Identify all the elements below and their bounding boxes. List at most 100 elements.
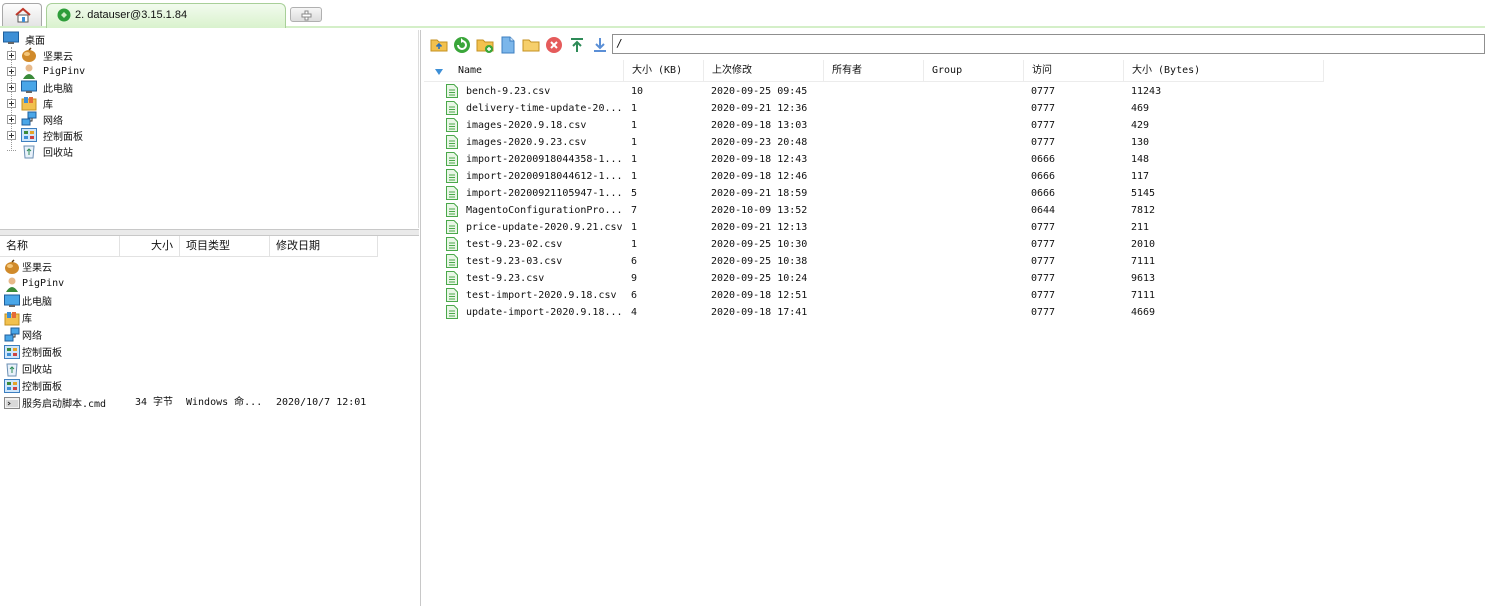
tree-item[interactable]: 网络: [7, 111, 63, 127]
tree-item[interactable]: 控制面板: [7, 127, 83, 143]
download-icon[interactable]: [591, 36, 609, 54]
col-header-remote-modified[interactable]: 上次修改: [704, 60, 824, 82]
tree-item[interactable]: 库: [7, 95, 53, 111]
tree-item[interactable]: 回收站: [7, 143, 73, 159]
col-header-remote-bytes[interactable]: 大小 (Bytes): [1124, 60, 1324, 82]
tree-item[interactable]: 此电脑: [7, 79, 73, 95]
list-item[interactable]: 库: [0, 309, 419, 326]
tree-item[interactable]: PigPinv: [7, 63, 85, 79]
list-item[interactable]: 控制面板: [0, 377, 419, 394]
list-item[interactable]: 此电脑: [0, 292, 419, 309]
cell-bytes: 429: [1131, 120, 1150, 131]
list-item[interactable]: 网络: [0, 326, 419, 343]
cell-kb: 10: [631, 86, 644, 97]
table-row[interactable]: test-9.23-02.csv 1 2020-09-25 10:30 0777 201…: [424, 236, 1485, 253]
recycle-bin-icon: [21, 143, 37, 159]
col-header-remote-name[interactable]: Name: [424, 60, 624, 82]
csv-file-icon: [446, 271, 458, 285]
list-item-type: [186, 343, 270, 360]
cell-owner: [831, 168, 923, 185]
table-row[interactable]: test-9.23.csv 9 2020-09-25 10:24 0777 9613: [424, 270, 1485, 287]
upload-icon[interactable]: [568, 36, 586, 54]
cell-owner: [831, 83, 923, 100]
cell-modified: 2020-09-25 10:24: [711, 273, 808, 284]
col-header-remote-kb[interactable]: 大小 (KB): [624, 60, 704, 82]
expand-toggle[interactable]: [7, 98, 16, 108]
cell-bytes: 469: [1131, 103, 1150, 114]
list-item-date: 2020/10/7 12:01: [276, 397, 367, 408]
table-row[interactable]: images-2020.9.23.csv 1 2020-09-23 20:48 077…: [424, 134, 1485, 151]
table-row[interactable]: MagentoConfigurationPro... 7 2020-10-09 13…: [424, 202, 1485, 219]
cell-name: images-2020.9.23.csv: [466, 137, 587, 148]
col-header-date[interactable]: 修改日期: [270, 236, 378, 257]
pane-splitter[interactable]: [0, 229, 419, 236]
home-icon: [15, 7, 31, 23]
table-row[interactable]: import-20200918044358-1... 1 2020-09-18 12…: [424, 151, 1485, 168]
cell-kb: 5: [631, 188, 638, 199]
cell-access: 0777: [1031, 86, 1056, 97]
home-tab[interactable]: [2, 3, 42, 26]
folder-tree: 桌面 坚果云 PigPinv 此电脑库网络 控制面板 回收站: [0, 30, 419, 228]
remote-path-input[interactable]: /: [612, 34, 1485, 54]
cell-group: [931, 287, 1023, 304]
cell-bytes: 9613: [1131, 273, 1156, 284]
cell-modified: 2020-09-25 10:38: [711, 256, 808, 267]
cell-owner: [831, 287, 923, 304]
csv-file-icon: [446, 135, 458, 149]
cell-kb: 9: [631, 273, 638, 284]
table-row[interactable]: bench-9.23.csv 10 2020-09-25 09:45 0777 1124…: [424, 83, 1485, 100]
expand-toggle[interactable]: [7, 66, 16, 76]
list-item-date: [276, 275, 386, 292]
list-item-type: Windows 命...: [186, 397, 263, 408]
list-item-name: 回收站: [22, 365, 52, 376]
col-header-remote-group[interactable]: Group: [924, 60, 1024, 82]
table-row[interactable]: import-20200918044612-1... 1 2020-09-18 12…: [424, 168, 1485, 185]
cell-bytes: 7111: [1131, 290, 1156, 301]
table-row[interactable]: import-20200921105947-1... 5 2020-09-21 18…: [424, 185, 1485, 202]
cell-bytes: 2010: [1131, 239, 1156, 250]
delete-icon[interactable]: [545, 36, 563, 54]
list-item-date: [276, 292, 386, 309]
new-tab-button[interactable]: [290, 7, 322, 22]
col-header-remote-access[interactable]: 访问: [1024, 60, 1124, 82]
table-row[interactable]: delivery-time-update-20... 1 2020-09-21 12…: [424, 100, 1485, 117]
table-row[interactable]: update-import-2020.9.18... 4 2020-09-18 17…: [424, 304, 1485, 321]
cell-bytes: 117: [1131, 171, 1150, 182]
expand-toggle[interactable]: [7, 50, 16, 60]
cell-modified: 2020-09-18 17:41: [711, 307, 808, 318]
expand-toggle[interactable]: [7, 114, 16, 124]
col-header-remote-owner[interactable]: 所有者: [824, 60, 924, 82]
col-header-size[interactable]: 大小: [120, 236, 180, 257]
expand-toggle[interactable]: [7, 130, 16, 140]
session-icon: [57, 8, 71, 22]
cmd-file-icon: [4, 395, 20, 411]
expand-toggle[interactable]: [7, 82, 16, 92]
list-item[interactable]: 回收站: [0, 360, 419, 377]
cell-kb: 1: [631, 137, 638, 148]
cell-name: test-9.23.csv: [466, 273, 545, 284]
table-row[interactable]: test-import-2020.9.18.csv 6 2020-09-18 12:…: [424, 287, 1485, 304]
list-item[interactable]: 坚果云: [0, 258, 419, 275]
cell-access: 0777: [1031, 307, 1056, 318]
tree-root-desktop[interactable]: 桌面: [3, 31, 45, 47]
table-row[interactable]: test-9.23-03.csv 6 2020-09-25 10:38 0777 711…: [424, 253, 1485, 270]
open-folder-icon[interactable]: [522, 36, 540, 54]
refresh-icon[interactable]: [453, 36, 471, 54]
new-file-icon[interactable]: [499, 36, 517, 54]
list-item-type: [186, 326, 270, 343]
table-row[interactable]: images-2020.9.18.csv 1 2020-09-18 13:03 077…: [424, 117, 1485, 134]
list-item[interactable]: PigPinv: [0, 275, 419, 292]
cell-group: [931, 117, 1023, 134]
col-header-name[interactable]: 名称: [0, 236, 120, 257]
list-item[interactable]: 服务启动脚本.cmd 34 字节 Windows 命... 2020/10/7 12:…: [0, 394, 419, 411]
col-header-type[interactable]: 项目类型: [180, 236, 270, 257]
list-item-date: [276, 343, 386, 360]
tree-item[interactable]: 坚果云: [7, 47, 73, 63]
user-icon: [21, 63, 37, 79]
tab-session[interactable]: 2. datauser@3.15.1.84: [46, 3, 286, 28]
list-item[interactable]: 控制面板: [0, 343, 419, 360]
csv-file-icon: [446, 186, 458, 200]
new-folder-icon[interactable]: [476, 36, 494, 54]
table-row[interactable]: price-update-2020.9.21.csv 1 2020-09-21 12…: [424, 219, 1485, 236]
parent-folder-icon[interactable]: [430, 36, 448, 54]
